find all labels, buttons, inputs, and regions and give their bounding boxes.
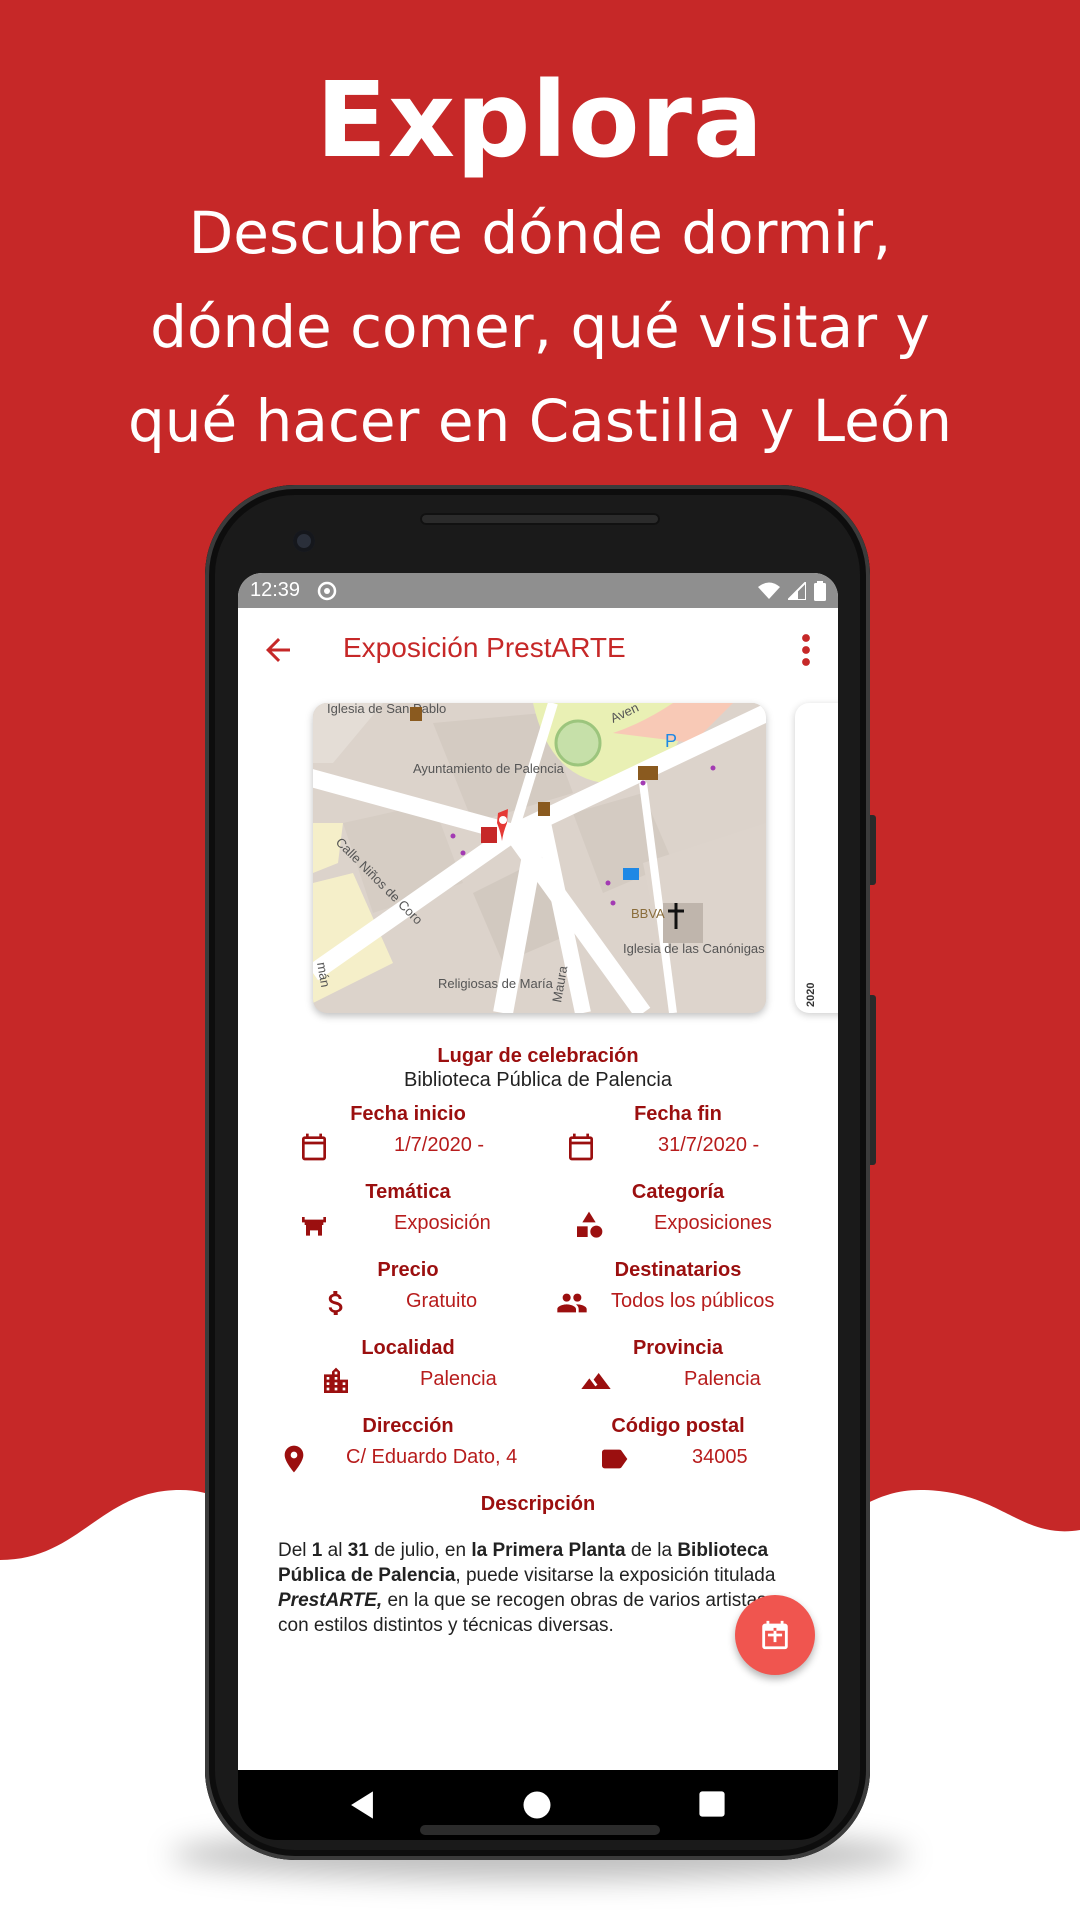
map-label: Ayuntamiento de Palencia (413, 761, 565, 776)
locality-label: Localidad (361, 1337, 455, 1359)
promo-subtitle-line: dónde comer, qué visitar y (150, 293, 930, 361)
map-next-card-label: 2020 (805, 982, 817, 1007)
mountains-icon (581, 1373, 611, 1389)
calendar-icon (569, 1133, 593, 1161)
audience-label: Destinatarios (614, 1259, 742, 1281)
venue-label: Lugar de celebración (437, 1045, 639, 1067)
promo-headline: Explora Descubre dónde dormir, dónde com… (0, 60, 1080, 468)
more-vert-icon[interactable] (800, 632, 812, 668)
description-label: Descripción (480, 1493, 596, 1515)
svg-text:P: P (665, 731, 677, 751)
map-next-card[interactable]: 2020 (795, 703, 838, 1013)
app-bar: Exposición PrestARTE (238, 608, 838, 692)
description-fragment: Del (278, 1540, 312, 1561)
postal-code-label: Código postal (611, 1415, 745, 1437)
earpiece-speaker (420, 513, 660, 525)
location-map[interactable]: Iglesia de San Pablo Ayuntamiento de Pal… (313, 703, 766, 1013)
calendar-icon (302, 1133, 326, 1161)
description-fragment: 31 (347, 1540, 369, 1561)
description-fragment: 1 (311, 1540, 323, 1561)
map-graphic: Iglesia de San Pablo Ayuntamiento de Pal… (313, 703, 766, 1013)
label-tag-icon (602, 1449, 628, 1469)
front-camera (293, 530, 315, 552)
nav-back-icon[interactable] (348, 1790, 376, 1820)
nav-recents-icon[interactable] (698, 1790, 726, 1818)
province-value: Palencia (684, 1368, 761, 1390)
map-label: Iglesia de las Canónigas (623, 941, 765, 956)
address-value: C/ Eduardo Dato, 4 (346, 1446, 518, 1468)
locality-value: Palencia (420, 1368, 497, 1390)
description-fragment: de julio, en (368, 1540, 472, 1561)
app-screen: 12:39 Exposición PrestARTE Iglesia de Sa… (238, 573, 838, 1770)
add-to-calendar-button[interactable] (735, 1595, 815, 1675)
province-label: Provincia (632, 1337, 724, 1359)
wifi-icon (758, 582, 780, 599)
people-icon (557, 1293, 587, 1313)
promo-subtitle-line: Descubre dónde dormir, (188, 199, 892, 267)
dollar-icon (328, 1291, 343, 1315)
start-date-label: Fecha inicio (350, 1103, 466, 1125)
description-text: Del 1 al 31 de julio, en la Primera Plan… (278, 1538, 798, 1638)
category-label: Categoría (631, 1181, 725, 1203)
city-icon (324, 1367, 348, 1393)
shapes-icon (577, 1211, 603, 1238)
promo-title: Explora (315, 59, 765, 181)
description-fragment: , puede visitarse la exposición titulada (455, 1565, 776, 1586)
page-title: Exposición PrestARTE (343, 632, 626, 663)
theme-value: Exposición (394, 1212, 491, 1234)
audience-value: Todos los públicos (611, 1290, 775, 1312)
description-fragment: PrestARTE, (278, 1590, 383, 1611)
promo-subtitle-line: qué hacer en Castilla y León (127, 387, 953, 455)
promo-subtitle: Descubre dónde dormir, dónde comer, qué … (0, 186, 1080, 468)
description-fragment: al (322, 1540, 348, 1561)
venue-value: Biblioteca Pública de Palencia (404, 1069, 672, 1091)
address-label: Dirección (362, 1415, 454, 1437)
status-bar: 12:39 (238, 573, 838, 608)
price-label: Precio (377, 1259, 439, 1281)
volume-button (870, 995, 876, 1165)
map-label: BBVA (631, 906, 665, 921)
bridge-icon (302, 1217, 326, 1236)
status-time: 12:39 (250, 579, 301, 601)
map-label: Religiosas de María (438, 976, 554, 991)
description-fragment: la Primera Planta (471, 1540, 626, 1561)
category-value: Exposiciones (654, 1212, 772, 1234)
map-label: Iglesia de San Pablo (327, 703, 446, 716)
price-value: Gratuito (406, 1290, 478, 1312)
description-fragment: de la (625, 1540, 678, 1561)
end-date-label: Fecha fin (634, 1103, 722, 1125)
phone-mockup: 12:39 Exposición PrestARTE Iglesia de Sa… (205, 485, 876, 1860)
start-date-value: 1/7/2020 - (394, 1134, 485, 1156)
postal-code-value: 34005 (692, 1446, 748, 1468)
bottom-speaker (420, 1825, 660, 1835)
location-pin-icon (284, 1445, 304, 1473)
sync-icon (317, 581, 337, 600)
signal-icon (788, 581, 806, 600)
theme-label: Temática (365, 1181, 451, 1203)
end-date-value: 31/7/2020 - (658, 1134, 760, 1156)
side-button (870, 815, 876, 885)
arrow-left-icon[interactable] (260, 632, 296, 668)
calendar-plus-icon (762, 1620, 788, 1650)
battery-icon (814, 580, 826, 601)
nav-home-icon[interactable] (522, 1790, 552, 1820)
